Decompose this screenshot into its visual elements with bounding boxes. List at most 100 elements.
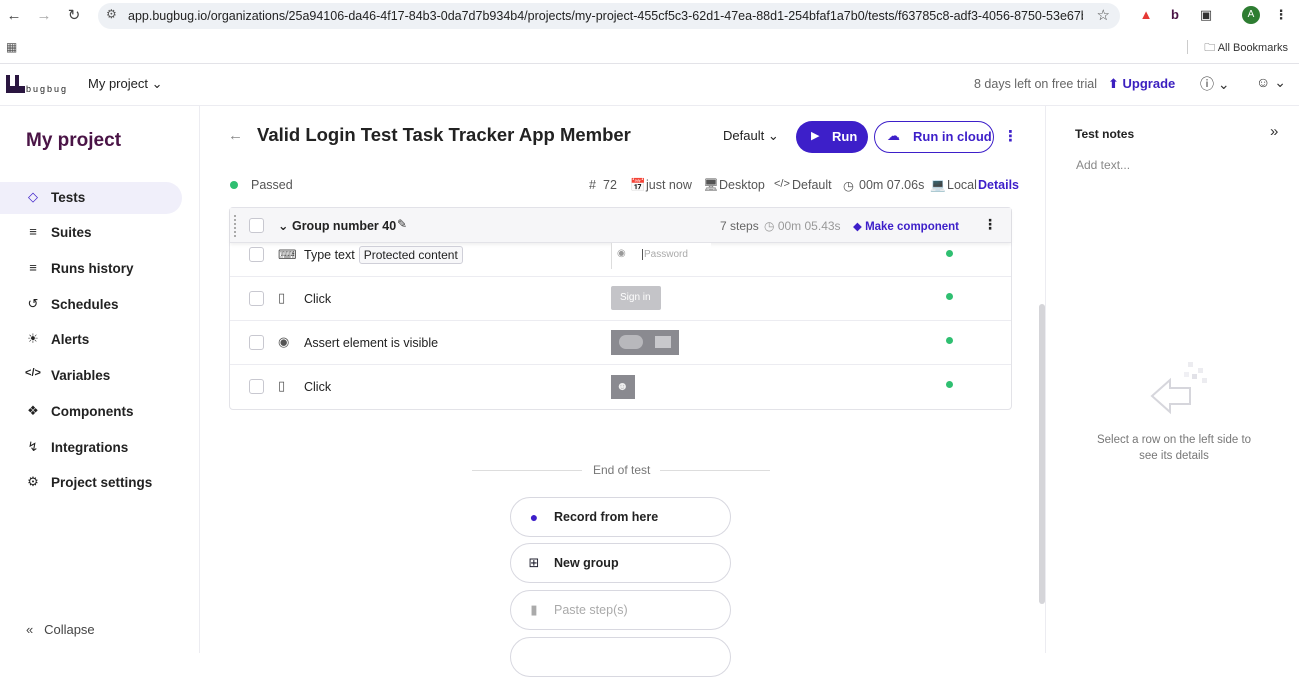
extensions-puzzle-icon[interactable]: ▣ xyxy=(1197,6,1215,24)
duration-text: 00m 07.06s xyxy=(859,178,925,192)
sidebar-item-label: Project settings xyxy=(51,475,153,490)
sidebar-item-alerts[interactable]: ☀ Alerts xyxy=(0,324,182,356)
notes-input[interactable]: Add text... xyxy=(1076,158,1130,172)
new-group-button[interactable]: ⊞ New group xyxy=(510,543,731,583)
sidebar-item-components[interactable]: ❖ Components xyxy=(0,396,182,428)
group-checkbox[interactable] xyxy=(249,218,264,233)
profile-select-label: Default xyxy=(723,128,765,143)
new-group-label: New group xyxy=(554,556,619,570)
end-of-test-divider: End of test xyxy=(472,463,770,477)
apps-grid-icon[interactable]: ▦ xyxy=(6,40,17,54)
group-steps-count: 7 steps xyxy=(720,219,759,233)
group-row[interactable]: ⌄ Group number 40 ✎ 7 steps ◷ 00m 05.43s… xyxy=(230,208,1011,243)
project-select[interactable]: My project ⌄ xyxy=(88,76,163,92)
more-options-icon[interactable]: ⋮ xyxy=(1003,127,1018,145)
chevron-down-icon: ⌄ xyxy=(151,76,163,91)
forward-arrow-icon[interactable]: → xyxy=(34,6,54,26)
reload-icon[interactable]: ↻ xyxy=(64,6,84,26)
step-row[interactable]: ⌨ Type text Protected content ◉ Password xyxy=(230,243,1011,277)
upgrade-label: Upgrade xyxy=(1122,76,1176,91)
sidebar-item-variables[interactable]: </> Variables xyxy=(0,360,182,392)
sidebar-item-label: Variables xyxy=(51,368,111,383)
help-menu-button[interactable]: ⓘ ⌄ xyxy=(1200,74,1230,94)
profile-meta: Default xyxy=(792,178,832,192)
bookmark-separator xyxy=(1187,40,1188,54)
edit-pencil-icon[interactable]: ✎ xyxy=(397,217,407,231)
components-icon: ❖ xyxy=(27,403,39,418)
sidebar-item-integrations[interactable]: ↯ Integrations xyxy=(0,432,182,464)
clock-icon: ◷ xyxy=(843,179,854,193)
run-in-cloud-button[interactable]: ☁ Run in cloud xyxy=(874,121,994,153)
bugbug-logo[interactable]: bugbug xyxy=(6,74,68,96)
run-button[interactable]: ▶ Run xyxy=(796,121,868,153)
user-avatar-icon: ☻ xyxy=(616,379,629,393)
test-status-row: Passed # 72 📅 just now 🖥 Desktop </> Def… xyxy=(230,176,1020,196)
step-checkbox[interactable] xyxy=(249,291,264,306)
collapse-sidebar-button[interactable]: « Collapse xyxy=(26,622,95,637)
hash-icon: # xyxy=(589,178,596,192)
chevron-down-icon[interactable]: ⌄ xyxy=(278,219,288,233)
group-menu-icon[interactable]: ⋮ xyxy=(983,216,997,233)
back-arrow-icon[interactable]: ← xyxy=(228,127,243,144)
sidebar-item-tests[interactable]: ◇ Tests xyxy=(0,182,182,214)
project-select-label: My project xyxy=(88,76,148,91)
extension-icon[interactable]: ▲ xyxy=(1137,6,1155,24)
make-component-button[interactable]: ◆ Make component xyxy=(853,219,959,233)
sidebar-item-runs-history[interactable]: ≡ Runs history xyxy=(0,253,182,285)
laptop-icon: 💻 xyxy=(930,178,946,192)
record-from-here-button[interactable]: ● Record from here xyxy=(510,497,731,537)
profile-avatar[interactable]: A xyxy=(1242,6,1260,24)
calendar-icon: 📅 xyxy=(630,178,646,192)
device-text: Desktop xyxy=(719,178,765,192)
bugbug-extension-icon[interactable]: b xyxy=(1166,6,1184,24)
logo-text: bugbug xyxy=(26,84,69,94)
trial-text: 8 days left on free trial xyxy=(974,77,1097,91)
step-checkbox[interactable] xyxy=(249,379,264,394)
mouse-icon: ▯ xyxy=(278,378,286,393)
step-row[interactable]: ▯ Click Sign in xyxy=(230,277,1011,321)
eye-off-icon: ◉ xyxy=(617,248,626,259)
sidebar-item-label: Alerts xyxy=(51,332,90,347)
thumbnail-box-shape xyxy=(655,336,671,348)
upgrade-button[interactable]: ⬆ Upgrade xyxy=(1108,76,1175,92)
profile-select[interactable]: Default ⌄ xyxy=(723,128,779,144)
user-icon: ☺ xyxy=(1256,74,1271,90)
drag-handle-icon[interactable] xyxy=(234,215,237,237)
step-screenshot-thumbnail[interactable] xyxy=(611,330,679,355)
address-bar[interactable]: ⚙ app.bugbug.io/organizations/25a94106-d… xyxy=(98,3,1120,29)
step-row[interactable]: ◉ Assert element is visible xyxy=(230,321,1011,365)
step-checkbox[interactable] xyxy=(249,247,264,262)
details-link[interactable]: Details xyxy=(978,178,1019,192)
step-screenshot-thumbnail[interactable]: Sign in xyxy=(611,286,661,310)
step-screenshot-thumbnail[interactable]: ◉ Password xyxy=(611,243,711,269)
keyboard-icon: ⌨ xyxy=(278,247,297,262)
back-arrow-icon[interactable]: ← xyxy=(4,6,24,26)
step-checkbox[interactable] xyxy=(249,335,264,350)
test-title[interactable]: Valid Login Test Task Tracker App Member xyxy=(257,124,631,146)
step-row[interactable]: ▯ Click ☻ xyxy=(230,365,1011,409)
step-screenshot-thumbnail[interactable]: ☻ xyxy=(611,375,635,399)
group-name: Group number 40 xyxy=(291,219,397,233)
sidebar-item-label: Tests xyxy=(51,190,86,205)
group-name-wrap: ⌄ Group number 40 xyxy=(278,218,396,233)
bookmark-star-icon[interactable]: ☆ xyxy=(1097,6,1110,24)
end-of-test-label: End of test xyxy=(593,463,651,477)
logo-mark-icon xyxy=(6,75,25,93)
clipboard-icon: ▮ xyxy=(530,602,538,617)
browser-menu-icon[interactable]: ⋮ xyxy=(1272,6,1290,24)
all-bookmarks-button[interactable]: 🗀 All Bookmarks xyxy=(1204,39,1288,58)
more-actions-button[interactable] xyxy=(510,637,731,677)
sidebar-item-suites[interactable]: ≡ Suites xyxy=(0,217,182,249)
clock-icon: ◷ xyxy=(764,219,775,233)
browser-chrome: ← → ↻ ⚙ app.bugbug.io/organizations/25a9… xyxy=(0,0,1299,64)
site-settings-icon[interactable]: ⚙ xyxy=(106,7,117,21)
user-menu-button[interactable]: ☺ ⌄ xyxy=(1256,74,1286,91)
gear-icon: ⚙ xyxy=(27,474,39,489)
url-text: app.bugbug.io/organizations/25a94106-da4… xyxy=(128,9,1083,23)
paste-steps-button[interactable]: ▮ Paste step(s) xyxy=(510,590,731,630)
sidebar-item-schedules[interactable]: ↺ Schedules xyxy=(0,289,182,321)
double-chevron-right-icon[interactable]: » xyxy=(1270,123,1278,140)
sidebar-item-project-settings[interactable]: ⚙ Project settings xyxy=(0,467,182,499)
component-icon: ◆ xyxy=(853,221,862,233)
step-status-dot xyxy=(946,293,953,300)
